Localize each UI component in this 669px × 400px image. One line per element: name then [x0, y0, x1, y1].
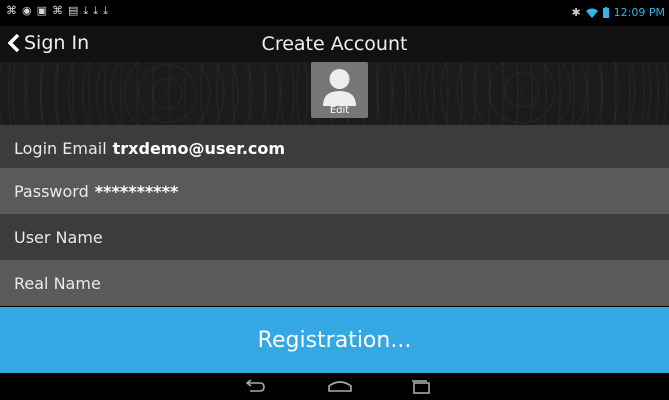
password-field[interactable]: Password ********** [0, 168, 669, 214]
clock: 12:09 PM [613, 6, 665, 19]
image-icon: ▣ [36, 4, 48, 17]
registration-button[interactable]: Registration... [0, 307, 669, 373]
real-name-label: Real Name [14, 273, 101, 293]
recent-apps-icon[interactable] [411, 378, 431, 394]
download-icon: ⤓ [83, 4, 89, 17]
system-status: ✱ 12:09 PM [571, 6, 665, 19]
real-name-field[interactable]: Real Name [0, 260, 669, 306]
home-nav-icon[interactable] [327, 378, 353, 394]
login-email-label: Login Email [14, 138, 107, 158]
usb-icon: ⌘ [52, 4, 64, 17]
action-bar: Sign In Create Account [0, 26, 669, 62]
avatar-edit-button[interactable]: Edit [311, 62, 368, 118]
download-icon: ⤓ [103, 4, 109, 17]
password-value: ********** [94, 181, 179, 201]
notification-icons: ⌘ ◉ ▣ ⌘ ▤ ⤓ ⤓ ⤓ [6, 5, 108, 17]
location-icon: ◉ [22, 4, 32, 17]
bluetooth-icon: ✱ [571, 6, 581, 19]
avatar-edit-label: Edit [329, 105, 350, 116]
wifi-icon [585, 8, 598, 18]
user-name-field[interactable]: User Name [0, 214, 669, 260]
page-title: Create Account [261, 33, 408, 55]
back-nav-icon[interactable] [244, 378, 266, 394]
navigation-bar [0, 373, 669, 400]
user-name-label: User Name [14, 227, 103, 247]
sd-card-icon: ▤ [68, 4, 79, 17]
usb-icon: ⌘ [6, 4, 17, 17]
login-email-value: trxdemo@user.com [112, 138, 286, 158]
battery-icon [602, 7, 609, 18]
login-email-field[interactable]: Login Email trxdemo@user.com [0, 125, 669, 171]
download-icon: ⤓ [93, 4, 99, 17]
password-label: Password [14, 181, 89, 201]
status-bar: ⌘ ◉ ▣ ⌘ ▤ ⤓ ⤓ ⤓ ✱ 12:09 PM [0, 0, 669, 26]
